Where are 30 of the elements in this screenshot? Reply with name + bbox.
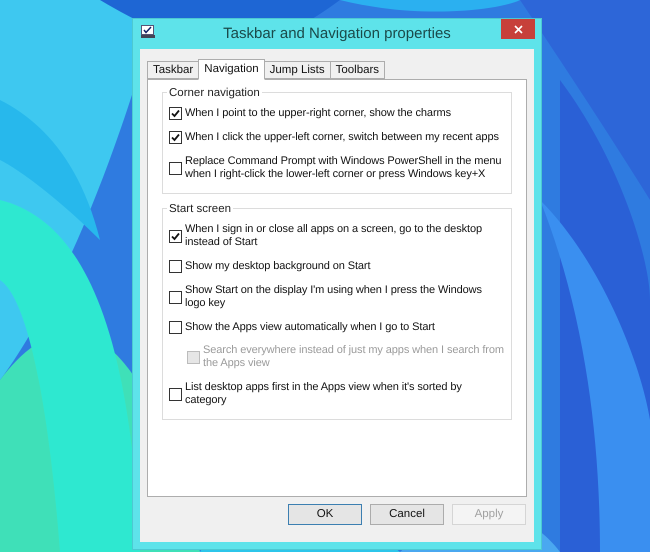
option-label: When I sign in or close all apps on a screen, go to the desktop instead of Start (185, 223, 483, 249)
option-label: When I click the upper-left corner, switch between my recent apps (185, 131, 499, 144)
option-label: Search everywhere instead of just my apps when I search from the Apps view (203, 344, 505, 370)
option-label: Show the Apps view automatically when I go to Start (185, 321, 435, 334)
checkbox[interactable] (169, 388, 182, 400)
checkmark-icon (171, 232, 180, 240)
checkbox[interactable] (169, 230, 182, 242)
checkmark-icon (171, 109, 180, 118)
option-label: Show Start on the display I'm using when I press the Windows logo key (185, 284, 483, 310)
option-label: List desktop apps first in the Apps view when it's sorted by category (185, 381, 463, 407)
tab[interactable]: Taskbar (147, 61, 200, 79)
checkbox[interactable] (169, 107, 182, 120)
dialog-button[interactable]: Cancel (370, 504, 444, 525)
checkbox[interactable] (169, 260, 182, 273)
tab[interactable]: Jump Lists (264, 61, 331, 79)
close-icon (514, 24, 522, 34)
option-label: Show my desktop background on Start (185, 260, 370, 273)
dialog-button[interactable]: OK (288, 504, 362, 525)
option-label: Replace Command Prompt with Windows PowerShell in the menu when I right-click the lower-left corner or press Windows key+X (185, 155, 502, 181)
checkbox[interactable] (169, 321, 182, 334)
checkmark-icon (171, 133, 180, 142)
app-icon (141, 25, 155, 39)
checkbox[interactable] (169, 162, 182, 174)
tab[interactable]: Toolbars (330, 61, 386, 79)
close-button[interactable] (501, 19, 535, 39)
option-label: When I point to the upper-right corner, show the charms (185, 107, 451, 120)
window-title: Taskbar and Navigation properties (222, 24, 452, 44)
checkbox[interactable] (169, 290, 182, 304)
checkbox[interactable] (169, 131, 182, 144)
tab[interactable]: Navigation (198, 59, 265, 80)
